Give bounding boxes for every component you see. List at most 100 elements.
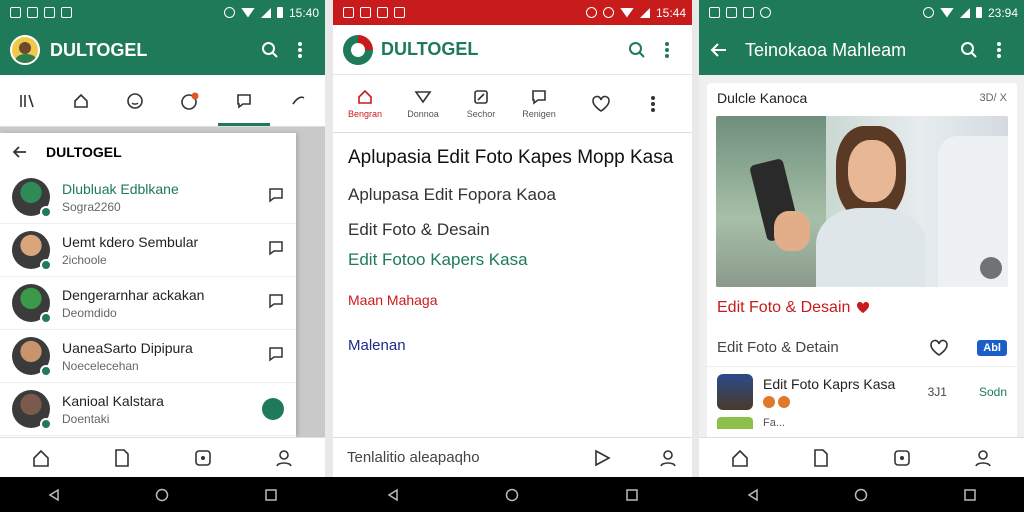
check-fab-icon[interactable] bbox=[262, 398, 284, 420]
search-input[interactable]: Tenlalitio aleapaqho bbox=[347, 449, 480, 466]
more-vert-icon[interactable] bbox=[285, 35, 315, 65]
notification-icon bbox=[10, 7, 21, 18]
back-icon[interactable] bbox=[746, 488, 760, 502]
tab-notifications[interactable] bbox=[164, 76, 216, 126]
tab-messages[interactable]: Renigen bbox=[513, 79, 565, 129]
tab-calls[interactable] bbox=[272, 76, 324, 126]
app-logo[interactable] bbox=[343, 34, 373, 65]
home-circle-icon[interactable] bbox=[505, 488, 519, 502]
home-circle-icon[interactable] bbox=[854, 488, 868, 502]
more-vert-icon[interactable] bbox=[652, 35, 682, 65]
file-icon[interactable] bbox=[112, 448, 132, 468]
search-icon[interactable] bbox=[255, 35, 285, 65]
heart-filled-icon bbox=[857, 302, 870, 313]
play-box-icon[interactable] bbox=[892, 448, 912, 468]
avatar bbox=[12, 231, 52, 271]
heart-outline-icon[interactable] bbox=[929, 339, 949, 357]
red-link[interactable]: Maan Mahaga bbox=[333, 292, 692, 337]
back-icon[interactable] bbox=[47, 488, 61, 502]
profile-icon[interactable] bbox=[274, 448, 294, 468]
drawer-header: DULTOGEL bbox=[0, 133, 296, 171]
file-icon[interactable] bbox=[811, 448, 831, 468]
search-icon[interactable] bbox=[954, 35, 984, 65]
blue-link[interactable]: Malenan bbox=[333, 337, 692, 354]
chat-row[interactable]: Kanioal Kalstara Doentaki bbox=[0, 383, 296, 436]
app-bar: Teinokaoa Mahleam bbox=[699, 25, 1024, 75]
message-icon[interactable] bbox=[268, 240, 284, 261]
tab-editor[interactable]: Sechor bbox=[455, 79, 507, 129]
profile-icon[interactable] bbox=[973, 448, 993, 468]
app-logo[interactable] bbox=[10, 35, 40, 65]
back-arrow-icon[interactable] bbox=[709, 40, 729, 60]
tab-chat[interactable] bbox=[217, 76, 270, 126]
recents-icon[interactable] bbox=[625, 488, 639, 502]
message-icon[interactable] bbox=[268, 293, 284, 314]
tab-favorites[interactable]: Donnoa bbox=[397, 79, 449, 129]
app-title: DULTOGEL bbox=[50, 39, 148, 60]
notification-icon bbox=[394, 7, 405, 18]
menu-item-highlight[interactable]: Edit Fotoo Kapers Kasa bbox=[333, 250, 692, 292]
search-icon[interactable] bbox=[622, 35, 652, 65]
send-icon[interactable] bbox=[592, 448, 612, 468]
chat-name: Dlubluak Edblkane bbox=[62, 180, 179, 197]
card-title: Dulcle Kanoca bbox=[717, 90, 808, 106]
tab-emoji[interactable] bbox=[109, 76, 161, 126]
home-icon[interactable] bbox=[730, 448, 750, 468]
list-item-action[interactable]: Sodn bbox=[979, 385, 1007, 399]
tab-label: Renigen bbox=[522, 109, 556, 119]
chat-name: UaneaSarto Dipipura bbox=[62, 339, 193, 356]
notification-icon bbox=[61, 7, 72, 18]
home-circle-icon[interactable] bbox=[155, 488, 169, 502]
row-tag[interactable]: Abl bbox=[977, 339, 1007, 356]
menu-item[interactable]: Edit Foto & Desain bbox=[333, 220, 692, 250]
chat-list: Dlubluak Edblkane Sogra2260 Uemt kdero Sem… bbox=[0, 171, 296, 436]
notification-icon bbox=[726, 7, 737, 18]
expand-icon[interactable] bbox=[980, 257, 1002, 279]
recents-icon[interactable] bbox=[963, 488, 977, 502]
chat-row[interactable]: Dlubluak Edblkane Sogra2260 bbox=[0, 171, 296, 224]
play-box-icon[interactable] bbox=[193, 448, 213, 468]
wifi-icon bbox=[939, 7, 954, 18]
caption-red: Edit Foto & Desain bbox=[717, 299, 851, 316]
status-time: 15:40 bbox=[288, 5, 319, 20]
partial-list-item[interactable]: Fa... bbox=[707, 417, 1017, 429]
edit-icon bbox=[474, 90, 488, 104]
notification-icon bbox=[343, 7, 354, 18]
more-vert-icon[interactable] bbox=[984, 35, 1014, 65]
badge-icon bbox=[763, 396, 775, 408]
chat-text: UaneaSarto Dipipura Noecelecehan bbox=[62, 340, 256, 373]
chat-name: Uemt kdero Sembular bbox=[62, 233, 199, 250]
tab-home[interactable] bbox=[55, 76, 107, 126]
message-icon bbox=[532, 90, 546, 105]
hero-photo[interactable] bbox=[716, 116, 1008, 287]
headline[interactable]: Aplupasia Edit Foto Kapes Mopp Kasa bbox=[333, 147, 692, 185]
back-arrow-icon[interactable] bbox=[12, 144, 28, 160]
notification-icon bbox=[743, 7, 754, 18]
signal-icon bbox=[260, 7, 271, 18]
chat-row[interactable]: UaneaSarto Dipipura Noecelecehan bbox=[0, 330, 296, 383]
status-bar: 15:40 bbox=[0, 0, 325, 25]
home-icon[interactable] bbox=[31, 448, 51, 468]
profile-icon[interactable] bbox=[658, 448, 678, 468]
card-header: Dulcle Kanoca 3D/ X bbox=[707, 83, 1017, 113]
alarm-icon bbox=[922, 7, 934, 18]
phone-detail-app: 23:94 Teinokaoa Mahleam Dulcle Kanoca 3D… bbox=[699, 0, 1024, 477]
message-icon[interactable] bbox=[268, 187, 284, 208]
row-label: Edit Foto & Detain bbox=[717, 339, 839, 356]
heart-outline-icon bbox=[414, 91, 432, 104]
message-icon[interactable] bbox=[268, 346, 284, 367]
online-badge bbox=[40, 418, 52, 430]
more-vert-icon[interactable] bbox=[633, 79, 673, 129]
tab-heart[interactable] bbox=[575, 79, 627, 129]
menu-item[interactable]: Aplupasa Edit Fopora Kaoa bbox=[333, 185, 692, 220]
chat-row[interactable]: Uemt kdero Sembular 2ichoole bbox=[0, 224, 296, 277]
tab-home[interactable]: Bengran bbox=[339, 79, 391, 129]
recents-icon[interactable] bbox=[264, 488, 278, 502]
tab-library[interactable] bbox=[1, 76, 53, 126]
list-item[interactable]: Edit Foto Kaprs Kasa 3J1 Sodn bbox=[707, 367, 1017, 417]
chat-row[interactable]: Dengerarnhar ackakan Deomdido bbox=[0, 277, 296, 330]
back-icon[interactable] bbox=[386, 488, 400, 502]
notification-icon bbox=[709, 7, 720, 18]
notification-icon bbox=[377, 7, 388, 18]
tab-label: Bengran bbox=[347, 109, 383, 119]
